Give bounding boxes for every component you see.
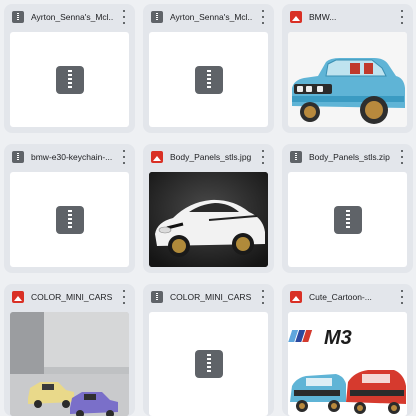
more-options-icon[interactable] — [121, 290, 127, 304]
file-card[interactable]: Body_Panels_stls.jpg — [143, 144, 274, 273]
file-thumbnail[interactable] — [149, 312, 268, 416]
image-file-icon — [290, 11, 302, 23]
more-options-icon[interactable] — [260, 150, 266, 164]
blue-bmw-car-image — [288, 32, 407, 127]
zip-file-icon — [12, 151, 24, 163]
file-thumbnail[interactable] — [10, 32, 129, 127]
file-thumbnail[interactable] — [149, 32, 268, 127]
image-file-icon — [12, 291, 24, 303]
file-card-header: Body_Panels_stls.jpg — [143, 144, 274, 170]
zip-file-icon — [333, 205, 362, 234]
image-file-icon — [151, 151, 163, 163]
file-card[interactable]: BMW... — [282, 4, 413, 133]
file-card[interactable]: Ayrton_Senna's_Mcl... — [4, 4, 135, 133]
file-card-header: Ayrton_Senna's_Mcl... — [143, 4, 274, 30]
file-card-header: COLOR_MINI_CARS.j... — [4, 284, 135, 310]
more-options-icon[interactable] — [121, 10, 127, 24]
file-card[interactable]: Body_Panels_stls.zip — [282, 144, 413, 273]
file-card-header: Cute_Cartoon-... — [282, 284, 413, 310]
more-options-icon[interactable] — [399, 150, 405, 164]
image-thumbnail-porsche[interactable] — [149, 172, 268, 267]
svg-text:M3: M3 — [324, 327, 352, 349]
zip-file-icon — [55, 205, 84, 234]
mini-toy-cars-image — [10, 312, 129, 416]
zip-file-icon — [151, 291, 163, 303]
file-card-header: Ayrton_Senna's_Mcl... — [4, 4, 135, 30]
file-name: Body_Panels_stls.zip — [309, 152, 390, 162]
file-name: COLOR_MINI_CARS.j... — [31, 292, 113, 302]
white-sports-car-image — [149, 172, 268, 267]
image-thumbnail-mini-cars[interactable] — [10, 312, 129, 416]
more-options-icon[interactable] — [260, 10, 266, 24]
file-grid: Ayrton_Senna's_Mcl... Ayrton_Senna's_Mcl… — [0, 0, 416, 416]
file-card[interactable]: COLOR_MINI_CARS.... — [143, 284, 274, 416]
file-thumbnail[interactable] — [10, 172, 129, 267]
file-card[interactable]: Cute_Cartoon-... M3 — [282, 284, 413, 416]
file-name: Body_Panels_stls.jpg — [170, 152, 252, 162]
zip-file-icon — [290, 151, 302, 163]
file-card-header: BMW... — [282, 4, 413, 30]
file-card-header: bmw-e30-keychain-... — [4, 144, 135, 170]
zip-file-icon — [194, 350, 223, 378]
more-options-icon[interactable] — [121, 150, 127, 164]
file-card[interactable]: Ayrton_Senna's_Mcl... — [143, 4, 274, 133]
file-name: Cute_Cartoon-... — [309, 292, 372, 302]
file-thumbnail[interactable] — [288, 172, 407, 267]
file-card-header: Body_Panels_stls.zip — [282, 144, 413, 170]
image-thumbnail-cartoon-m3[interactable]: M3 — [288, 312, 407, 416]
cartoon-bmw-m3-image: M3 — [288, 312, 407, 416]
zip-file-icon — [12, 11, 24, 23]
file-name: COLOR_MINI_CARS.... — [170, 292, 252, 302]
image-thumbnail-bmw[interactable] — [288, 32, 407, 127]
file-card[interactable]: bmw-e30-keychain-... — [4, 144, 135, 273]
file-name: BMW... — [309, 12, 337, 22]
more-options-icon[interactable] — [399, 290, 405, 304]
zip-file-icon — [55, 65, 84, 94]
zip-file-icon — [151, 11, 163, 23]
file-card[interactable]: COLOR_MINI_CARS.j... — [4, 284, 135, 416]
zip-file-icon — [194, 65, 223, 94]
file-name: Ayrton_Senna's_Mcl... — [170, 12, 252, 22]
more-options-icon[interactable] — [260, 290, 266, 304]
more-options-icon[interactable] — [399, 10, 405, 24]
file-name: Ayrton_Senna's_Mcl... — [31, 12, 113, 22]
image-file-icon — [290, 291, 302, 303]
file-name: bmw-e30-keychain-... — [31, 152, 113, 162]
file-card-header: COLOR_MINI_CARS.... — [143, 284, 274, 310]
